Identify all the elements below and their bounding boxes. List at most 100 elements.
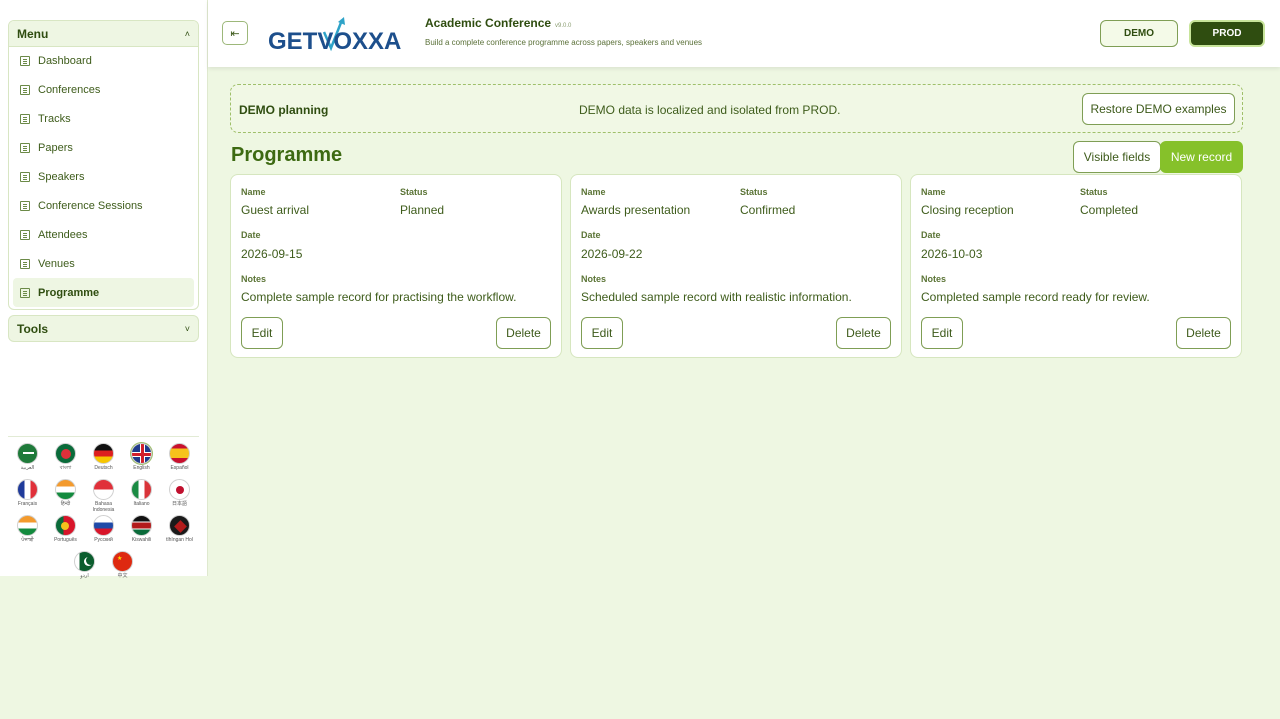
date-label: Date <box>581 230 601 240</box>
edit-button[interactable]: Edit <box>921 317 963 349</box>
language-label: Kiswahili <box>131 537 152 543</box>
delete-button[interactable]: Delete <box>1176 317 1231 349</box>
germany-flag-icon <box>93 443 114 464</box>
language-hindi[interactable]: हिन्दी <box>47 479 85 513</box>
sidebar-item-label: Conference Sessions <box>38 199 143 212</box>
date-label: Date <box>241 230 261 240</box>
status-label: Status <box>400 187 428 197</box>
chevron-up-icon: ˄ <box>184 28 190 39</box>
collapse-icon: ⇤ <box>230 27 240 40</box>
sidebar-item-conference-sessions[interactable]: Conference Sessions <box>9 191 198 220</box>
russia-flag-icon <box>93 515 114 536</box>
language-deutsch[interactable]: Deutsch <box>85 443 123 477</box>
sidebar-item-tracks[interactable]: Tracks <box>9 105 198 134</box>
app-subtitle: Build a complete conference programme ac… <box>425 38 703 47</box>
language-chinese[interactable]: ★ 中文 <box>104 551 142 585</box>
language-urdu[interactable]: اردو <box>66 551 104 585</box>
language-label: Deutsch <box>94 465 113 471</box>
sidebar: Menu ˄ Dashboard Conferences Tracks Pape… <box>0 0 208 579</box>
language-label: Português <box>54 537 77 543</box>
status-label: Status <box>740 187 768 197</box>
language-espanol[interactable]: Español <box>161 443 199 477</box>
demo-env-button[interactable]: DEMO <box>1100 20 1178 47</box>
record-date: 2026-10-03 <box>921 247 983 261</box>
record-notes: Complete sample record for practising th… <box>241 290 517 304</box>
record-status: Planned <box>400 203 445 217</box>
language-label: Français <box>17 501 38 507</box>
sidebar-item-dashboard[interactable]: Dashboard <box>9 47 198 76</box>
sidebar-item-programme[interactable]: Programme <box>13 278 194 308</box>
restore-demo-button[interactable]: Restore DEMO examples <box>1082 93 1235 125</box>
sidebar-item-papers[interactable]: Papers <box>9 134 198 163</box>
language-label: 中文 <box>117 573 128 579</box>
prod-env-button[interactable]: PROD <box>1189 20 1265 47</box>
sidebar-item-label: Conferences <box>38 84 101 97</box>
language-label: हिन्दी <box>60 501 71 507</box>
list-icon <box>20 143 30 154</box>
language-indonesia[interactable]: Bahasa Indonesia <box>85 479 123 513</box>
italy-flag-icon <box>131 479 152 500</box>
app-title: Academic Conference v9.0.0 <box>425 16 571 30</box>
language-kiswahili[interactable]: Kiswahili <box>123 515 161 549</box>
list-icon <box>20 85 30 96</box>
language-portugues[interactable]: Português <box>47 515 85 549</box>
top-header: ⇤ GETVOXXA Academic Conference v9.0.0 Bui… <box>208 0 1280 67</box>
record-card: Name Status Closing reception Completed … <box>910 174 1242 358</box>
new-record-button[interactable]: New record <box>1160 141 1243 173</box>
logo: GETVOXXA <box>268 14 412 55</box>
banner-message: DEMO data is localized and isolated from… <box>579 103 841 117</box>
language-bangla[interactable]: বাংলা <box>47 443 85 477</box>
language-label: 日本語 <box>171 501 187 507</box>
collapse-sidebar-button[interactable]: ⇤ <box>222 21 248 45</box>
record-name: Closing reception <box>921 203 1014 217</box>
edit-button[interactable]: Edit <box>241 317 283 349</box>
visible-fields-button[interactable]: Visible fields <box>1073 141 1161 173</box>
language-japanese[interactable]: 日本語 <box>161 479 199 513</box>
delete-button[interactable]: Delete <box>496 317 551 349</box>
language-label: Italiano <box>133 501 150 507</box>
record-date: 2026-09-15 <box>241 247 303 261</box>
language-punjabi[interactable]: ਪੰਜਾਬੀ <box>9 515 47 549</box>
sidebar-item-label: Speakers <box>38 171 85 183</box>
menu-header[interactable]: Menu ˄ <box>9 21 198 47</box>
record-name: Guest arrival <box>241 203 310 217</box>
tools-title: Tools <box>17 321 49 336</box>
name-label: Name <box>921 187 946 197</box>
tools-header[interactable]: Tools ˅ <box>8 315 199 342</box>
language-english[interactable]: English <box>123 443 161 477</box>
language-label: Español <box>170 465 189 471</box>
sidebar-item-label: Attendees <box>38 228 88 241</box>
delete-button[interactable]: Delete <box>836 317 891 349</box>
name-label: Name <box>241 187 266 197</box>
language-italiano[interactable]: Italiano <box>123 479 161 513</box>
list-icon <box>20 114 30 125</box>
sidebar-item-label: Programme <box>38 286 100 299</box>
notes-label: Notes <box>581 274 607 284</box>
sidebar-item-attendees[interactable]: Attendees <box>9 220 198 249</box>
klingon-flag-icon <box>169 515 190 536</box>
list-icon <box>20 258 30 269</box>
language-russian[interactable]: Русский <box>85 515 123 549</box>
menu-title: Menu <box>17 26 49 41</box>
language-klingon[interactable]: tlhIngan Hol <box>161 515 199 549</box>
sidebar-item-conferences[interactable]: Conferences <box>9 76 198 105</box>
chevron-down-icon: ˅ <box>184 323 190 334</box>
notes-label: Notes <box>241 274 267 284</box>
notes-label: Notes <box>921 274 947 284</box>
record-notes: Scheduled sample record with realistic i… <box>581 290 852 304</box>
record-status: Confirmed <box>740 203 796 217</box>
language-francais[interactable]: Français <box>9 479 47 513</box>
language-arabic[interactable]: العربية <box>9 443 47 477</box>
list-icon <box>20 56 30 67</box>
language-label: اردو <box>80 573 89 579</box>
menu-panel: Menu ˄ Dashboard Conferences Tracks Pape… <box>8 20 199 310</box>
status-label: Status <box>1080 187 1108 197</box>
sidebar-item-label: Venues <box>38 257 75 270</box>
sidebar-item-venues[interactable]: Venues <box>9 249 198 278</box>
india-flag-icon <box>55 479 76 500</box>
record-date: 2026-09-22 <box>581 247 643 261</box>
edit-button[interactable]: Edit <box>581 317 623 349</box>
sidebar-item-label: Tracks <box>38 113 71 126</box>
uk-flag-icon <box>131 443 152 464</box>
sidebar-item-speakers[interactable]: Speakers <box>9 163 198 192</box>
